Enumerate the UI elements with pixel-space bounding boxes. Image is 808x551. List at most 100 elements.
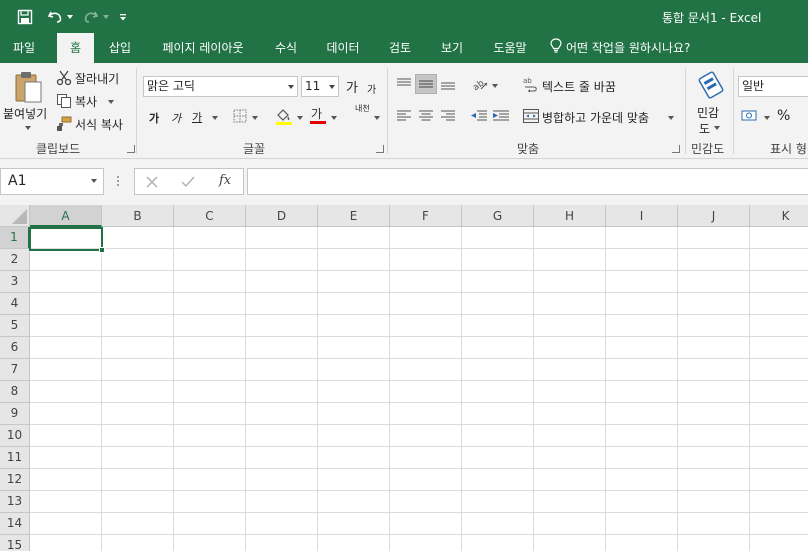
row-header-5[interactable]: 5 — [0, 315, 30, 337]
row-header-7[interactable]: 7 — [0, 359, 30, 381]
cancel-icon[interactable] — [142, 173, 162, 191]
name-box[interactable]: A1 — [0, 168, 104, 195]
sensitivity-button-line1[interactable]: 민감 — [697, 104, 719, 121]
column-header-a[interactable]: A — [30, 205, 102, 227]
align-bottom-icon[interactable] — [439, 76, 457, 92]
fill-color-dropdown-icon[interactable] — [297, 116, 303, 120]
row-header-14[interactable]: 14 — [0, 513, 30, 535]
merge-center-button[interactable]: 병합하고 가운데 맞춤 — [542, 109, 649, 126]
fill-color-icon[interactable] — [274, 106, 294, 126]
alignment-launcher-icon[interactable] — [672, 145, 680, 153]
column-header-g[interactable]: G — [462, 205, 534, 227]
format-painter-button[interactable]: 서식 복사 — [75, 116, 123, 133]
currency-icon[interactable] — [740, 108, 760, 124]
merge-center-dropdown-icon[interactable] — [668, 116, 674, 120]
column-header-b[interactable]: B — [102, 205, 174, 227]
formula-bar-grip-icon[interactable] — [114, 173, 122, 189]
column-header-h[interactable]: H — [534, 205, 606, 227]
font-color-icon[interactable]: 가 — [308, 105, 328, 127]
row-header-10[interactable]: 10 — [0, 425, 30, 447]
tab-page-layout[interactable]: 페이지 레이아웃 — [150, 33, 256, 63]
bold-button[interactable]: 가 — [149, 110, 159, 126]
phonetic-dropdown-icon[interactable] — [374, 116, 380, 120]
row-header-3[interactable]: 3 — [0, 271, 30, 293]
copy-dropdown-icon[interactable] — [108, 100, 114, 104]
wrap-text-icon: ab — [522, 75, 540, 93]
row-header-6[interactable]: 6 — [0, 337, 30, 359]
tab-home[interactable]: 홈 — [57, 33, 94, 63]
row-header-9[interactable]: 9 — [0, 403, 30, 425]
tab-insert[interactable]: 삽입 — [100, 33, 140, 63]
row-header-15[interactable]: 15 — [0, 535, 30, 551]
column-header-d[interactable]: D — [246, 205, 318, 227]
redo-icon[interactable] — [80, 6, 102, 28]
column-header-k[interactable]: K — [750, 205, 808, 227]
paste-icon[interactable] — [8, 69, 48, 105]
column-header-j[interactable]: J — [678, 205, 750, 227]
grow-font-button[interactable]: 가 — [346, 77, 358, 96]
number-format-select[interactable]: 일반 — [738, 76, 808, 97]
undo-icon[interactable] — [44, 6, 66, 28]
row-header-11[interactable]: 11 — [0, 447, 30, 469]
font-launcher-icon[interactable] — [376, 145, 384, 153]
row-header-8[interactable]: 8 — [0, 381, 30, 403]
phonetic-button[interactable]: 내천 — [355, 104, 370, 113]
underline-dropdown-icon[interactable] — [212, 116, 218, 120]
wrap-text-button[interactable]: 텍스트 줄 바꿈 — [542, 78, 616, 95]
copy-button[interactable]: 복사 — [75, 93, 97, 110]
sensitivity-icon[interactable] — [696, 69, 726, 101]
align-top-icon[interactable] — [395, 76, 413, 92]
column-header-i[interactable]: I — [606, 205, 678, 227]
tab-data[interactable]: 데이터 — [316, 33, 370, 63]
paste-dropdown-icon[interactable] — [25, 126, 31, 130]
tell-me-box[interactable]: 어떤 작업을 원하시나요? — [550, 33, 710, 63]
row-header-13[interactable]: 13 — [0, 491, 30, 513]
enter-icon[interactable] — [178, 173, 198, 191]
align-center-icon[interactable] — [417, 108, 435, 124]
orientation-dropdown-icon[interactable] — [492, 84, 498, 88]
shrink-font-button[interactable]: 가 — [367, 81, 376, 96]
select-all-button[interactable] — [0, 205, 30, 227]
tab-file[interactable]: 파일 — [0, 33, 48, 63]
borders-dropdown-icon[interactable] — [252, 116, 258, 120]
clipboard-launcher-icon[interactable] — [127, 145, 135, 153]
align-left-icon[interactable] — [395, 108, 413, 124]
cut-button[interactable]: 잘라내기 — [75, 70, 119, 87]
fill-handle[interactable] — [99, 247, 105, 253]
column-header-c[interactable]: C — [174, 205, 246, 227]
save-icon[interactable] — [12, 6, 38, 28]
name-box-dropdown-icon[interactable] — [91, 179, 97, 183]
row-header-12[interactable]: 12 — [0, 469, 30, 491]
customize-qat-icon[interactable] — [117, 6, 129, 28]
tab-view[interactable]: 보기 — [430, 33, 474, 63]
borders-icon[interactable] — [232, 108, 248, 124]
sensitivity-button-line2[interactable]: 도 — [699, 120, 710, 137]
row-header-4[interactable]: 4 — [0, 293, 30, 315]
font-size-select[interactable]: 11 — [301, 76, 339, 97]
redo-dropdown-icon[interactable] — [102, 6, 110, 28]
font-color-dropdown-icon[interactable] — [331, 116, 337, 120]
italic-button[interactable]: 가 — [171, 110, 181, 126]
currency-dropdown-icon[interactable] — [764, 116, 770, 120]
row-header-2[interactable]: 2 — [0, 249, 30, 271]
column-header-f[interactable]: F — [390, 205, 462, 227]
increase-indent-icon[interactable] — [491, 108, 511, 124]
row-header-1[interactable]: 1 — [0, 227, 30, 249]
paste-button[interactable]: 붙여넣기 — [3, 105, 47, 122]
sensitivity-dropdown-icon[interactable] — [714, 126, 720, 130]
orientation-icon[interactable]: ab — [470, 75, 490, 93]
align-right-icon[interactable] — [439, 108, 457, 124]
tab-help[interactable]: 도움말 — [482, 33, 538, 63]
formula-input[interactable] — [247, 168, 808, 195]
column-header-e[interactable]: E — [318, 205, 390, 227]
tab-formulas[interactable]: 수식 — [264, 33, 308, 63]
underline-button[interactable]: 가 — [192, 109, 202, 125]
worksheet-grid[interactable]: A B C D E F G H I J K 1 2 3 4 5 6 7 8 9 10 11 12 13 14 15 — [0, 205, 808, 551]
percent-button[interactable]: % — [777, 108, 790, 124]
tab-review[interactable]: 검토 — [378, 33, 422, 63]
insert-function-button[interactable]: fx — [219, 173, 231, 188]
decrease-indent-icon[interactable] — [469, 108, 489, 124]
active-cell-a1[interactable] — [29, 227, 103, 251]
font-name-select[interactable]: 맑은 고딕 — [143, 76, 298, 97]
undo-dropdown-icon[interactable] — [66, 6, 74, 28]
